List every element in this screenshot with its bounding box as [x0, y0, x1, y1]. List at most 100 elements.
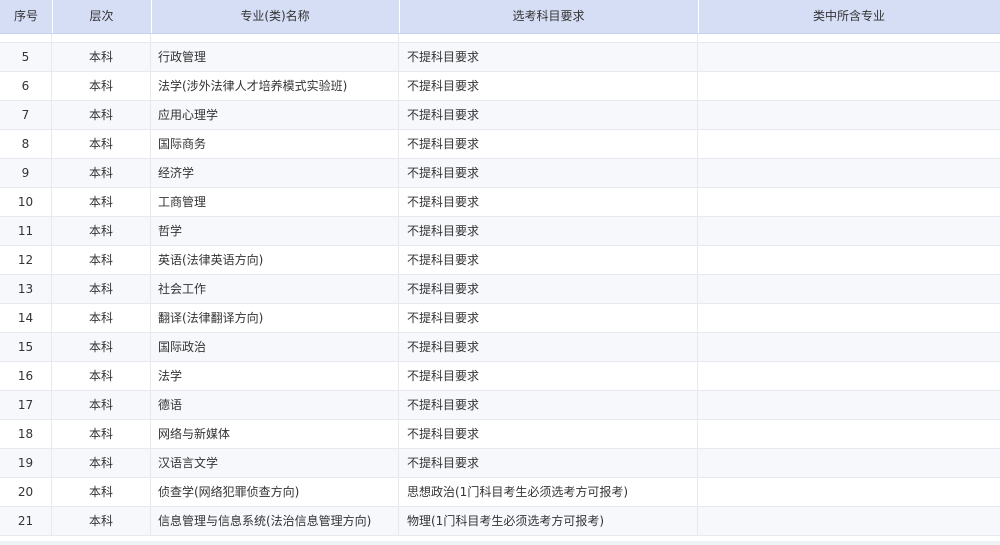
cell-included: [698, 362, 1000, 390]
cell-included: [698, 507, 1000, 535]
cell-level: 本科: [52, 449, 151, 477]
header-no[interactable]: 序号: [0, 0, 53, 33]
cell-requirement: 不提科目要求: [399, 246, 698, 274]
cell-included: [698, 217, 1000, 245]
cell-level: 本科: [52, 130, 151, 158]
table-row[interactable]: 10 本科 工商管理 不提科目要求: [0, 188, 1000, 217]
cell-requirement: 不提科目要求: [399, 101, 698, 129]
table-row[interactable]: 20 本科 侦查学(网络犯罪侦查方向) 思想政治(1门科目考生必须选考方可报考): [0, 478, 1000, 507]
cell-level: 本科: [52, 362, 151, 390]
cell-no: 15: [0, 333, 52, 361]
cell-level: 本科: [52, 43, 151, 71]
cell-name: 社会工作: [151, 275, 399, 303]
cell-name: 翻译(法律翻译方向): [151, 304, 399, 332]
table-row[interactable]: 6 本科 法学(涉外法律人才培养模式实验班) 不提科目要求: [0, 72, 1000, 101]
table-row[interactable]: 15 本科 国际政治 不提科目要求: [0, 333, 1000, 362]
cell-requirement: 不提科目要求: [399, 391, 698, 419]
table-row[interactable]: 21 本科 信息管理与信息系统(法治信息管理方向) 物理(1门科目考生必须选考方…: [0, 507, 1000, 536]
cell-included: [698, 159, 1000, 187]
cell-level: 本科: [52, 304, 151, 332]
cell-included: [698, 101, 1000, 129]
cell-name: 法学: [151, 362, 399, 390]
table-row[interactable]: 18 本科 网络与新媒体 不提科目要求: [0, 420, 1000, 449]
cell-level: 本科: [52, 159, 151, 187]
table-row[interactable]: 13 本科 社会工作 不提科目要求: [0, 275, 1000, 304]
cell-level: 本科: [52, 478, 151, 506]
cell-level: 本科: [52, 333, 151, 361]
cell-name: 网络与新媒体: [151, 420, 399, 448]
table-row[interactable]: 5 本科 行政管理 不提科目要求: [0, 43, 1000, 72]
header-requirement[interactable]: 选考科目要求: [399, 0, 699, 33]
cell-included: [698, 188, 1000, 216]
cell-requirement: 不提科目要求: [399, 275, 698, 303]
cell-requirement: 不提科目要求: [399, 188, 698, 216]
cell-included: [698, 275, 1000, 303]
cell-name: 哲学: [151, 217, 399, 245]
cell-no: 10: [0, 188, 52, 216]
cell-no: 18: [0, 420, 52, 448]
cell-level: 本科: [52, 507, 151, 535]
cell-no: 19: [0, 449, 52, 477]
table-row[interactable]: 16 本科 法学 不提科目要求: [0, 362, 1000, 391]
cell-included: [698, 420, 1000, 448]
cell-requirement: 不提科目要求: [399, 362, 698, 390]
cell-no: 13: [0, 275, 52, 303]
cell-no: 6: [0, 72, 52, 100]
cell-no: 7: [0, 101, 52, 129]
cell-included: [698, 304, 1000, 332]
cell-name: 工商管理: [151, 188, 399, 216]
table-row[interactable]: 8 本科 国际商务 不提科目要求: [0, 130, 1000, 159]
cell-requirement: 不提科目要求: [399, 420, 698, 448]
cell-included: [698, 246, 1000, 274]
cell-no: 17: [0, 391, 52, 419]
cell-requirement: 不提科目要求: [399, 43, 698, 71]
cell-requirement: 不提科目要求: [399, 304, 698, 332]
cell-name: 应用心理学: [151, 101, 399, 129]
table-row[interactable]: 9 本科 经济学 不提科目要求: [0, 159, 1000, 188]
table-row[interactable]: 11 本科 哲学 不提科目要求: [0, 217, 1000, 246]
cell-name: 侦查学(网络犯罪侦查方向): [151, 478, 399, 506]
table-header: 序号 层次 专业(类)名称 选考科目要求 类中所含专业: [0, 0, 1000, 34]
cell-included: [698, 449, 1000, 477]
cell-name: 国际政治: [151, 333, 399, 361]
cell-name: 汉语言文学: [151, 449, 399, 477]
cell-name: 英语(法律英语方向): [151, 246, 399, 274]
table-row[interactable]: 7 本科 应用心理学 不提科目要求: [0, 101, 1000, 130]
cell-included: [698, 72, 1000, 100]
cell-included: [698, 478, 1000, 506]
cell-no: 16: [0, 362, 52, 390]
table-bottom-edge: [0, 541, 1000, 545]
cell-no: 11: [0, 217, 52, 245]
header-included[interactable]: 类中所含专业: [698, 0, 1000, 33]
cell-requirement: 不提科目要求: [399, 449, 698, 477]
header-name[interactable]: 专业(类)名称: [151, 0, 400, 33]
cell-name: 行政管理: [151, 43, 399, 71]
cell-requirement: 不提科目要求: [399, 72, 698, 100]
cell-included: [698, 43, 1000, 71]
cell-level: 本科: [52, 101, 151, 129]
table-row[interactable]: 12 本科 英语(法律英语方向) 不提科目要求: [0, 246, 1000, 275]
cell-requirement: 不提科目要求: [399, 333, 698, 361]
cell-no: 14: [0, 304, 52, 332]
cell-name: 法学(涉外法律人才培养模式实验班): [151, 72, 399, 100]
cell-name: 信息管理与信息系统(法治信息管理方向): [151, 507, 399, 535]
cell-requirement: 物理(1门科目考生必须选考方可报考): [399, 507, 698, 535]
cell-included: [698, 333, 1000, 361]
table-row[interactable]: 14 本科 翻译(法律翻译方向) 不提科目要求: [0, 304, 1000, 333]
cell-level: 本科: [52, 246, 151, 274]
cell-level: 本科: [52, 420, 151, 448]
cell-included: [698, 391, 1000, 419]
cell-no: 5: [0, 43, 52, 71]
cell-requirement: 思想政治(1门科目考生必须选考方可报考): [399, 478, 698, 506]
cell-level: 本科: [52, 391, 151, 419]
cell-name: 经济学: [151, 159, 399, 187]
cell-level: 本科: [52, 275, 151, 303]
cell-included: [698, 130, 1000, 158]
table-row[interactable]: 17 本科 德语 不提科目要求: [0, 391, 1000, 420]
majors-table: 序号 层次 专业(类)名称 选考科目要求 类中所含专业 5 本科 行政管理 不提…: [0, 0, 1000, 545]
table-row[interactable]: 19 本科 汉语言文学 不提科目要求: [0, 449, 1000, 478]
cell-no: 9: [0, 159, 52, 187]
cell-level: 本科: [52, 72, 151, 100]
cell-requirement: 不提科目要求: [399, 217, 698, 245]
header-level[interactable]: 层次: [52, 0, 152, 33]
